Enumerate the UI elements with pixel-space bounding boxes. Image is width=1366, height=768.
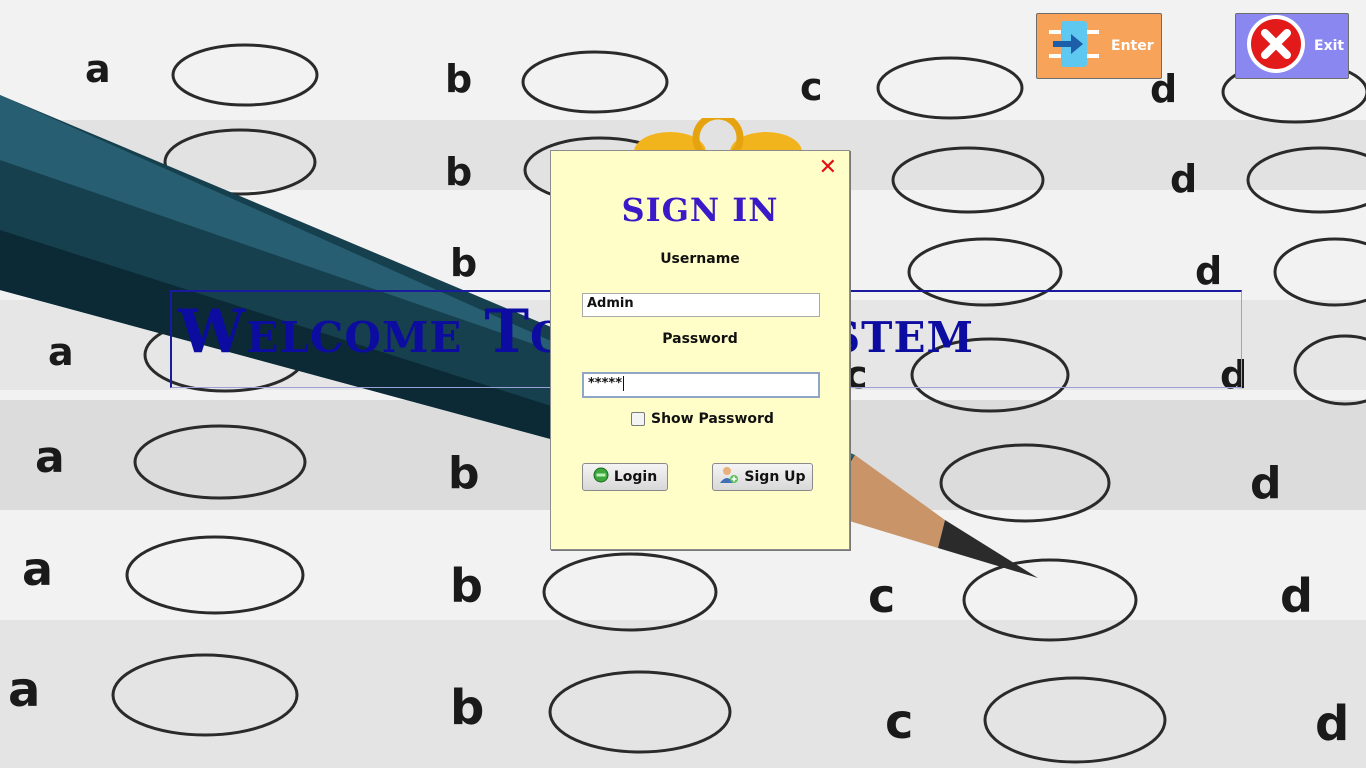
green-circle-icon [593, 467, 609, 487]
svg-text:b: b [450, 559, 483, 613]
svg-text:d: d [1195, 249, 1222, 293]
svg-text:b: b [450, 241, 477, 285]
username-field[interactable]: Admin [582, 293, 820, 317]
svg-text:a: a [35, 432, 65, 483]
password-value: ***** [588, 376, 622, 391]
svg-text:c: c [868, 569, 895, 623]
svg-text:a: a [22, 542, 53, 596]
svg-text:a: a [48, 330, 74, 374]
add-user-icon [719, 466, 739, 488]
sign-up-button[interactable]: Sign Up [712, 463, 813, 491]
dialog-title: SIGN IN [621, 191, 779, 229]
show-password-label: Show Password [651, 411, 774, 427]
show-password-checkbox[interactable] [631, 412, 645, 426]
sign-up-label: Sign Up [744, 469, 806, 485]
svg-text:d: d [1315, 696, 1349, 752]
svg-text:b: b [450, 680, 484, 736]
login-label: Login [613, 469, 658, 485]
svg-text:a: a [85, 47, 111, 91]
username-label: Username [660, 251, 740, 267]
svg-text:d: d [1170, 157, 1197, 201]
svg-text:d: d [1250, 458, 1282, 509]
exit-button[interactable]: Exit [1235, 13, 1349, 79]
svg-text:c: c [885, 694, 913, 750]
login-button[interactable]: Login [582, 463, 668, 491]
svg-text:b: b [445, 150, 472, 194]
svg-text:b: b [445, 57, 472, 101]
password-label: Password [662, 331, 738, 347]
password-field[interactable]: ***** [582, 372, 820, 398]
close-icon[interactable]: ✕ [819, 157, 837, 179]
exit-label: Exit [1314, 38, 1345, 54]
enter-label: Enter [1111, 38, 1154, 54]
show-password-toggle[interactable]: Show Password [631, 411, 774, 427]
svg-text:c: c [800, 65, 823, 109]
svg-text:b: b [448, 448, 480, 499]
svg-text:d: d [1280, 569, 1313, 623]
svg-text:a: a [8, 662, 40, 718]
enter-button[interactable]: Enter [1036, 13, 1162, 79]
sign-in-dialog: ✕ SIGN IN Username Admin Password ***** … [550, 150, 850, 550]
close-circle-icon [1246, 14, 1306, 78]
enter-arrow-icon [1047, 18, 1103, 74]
